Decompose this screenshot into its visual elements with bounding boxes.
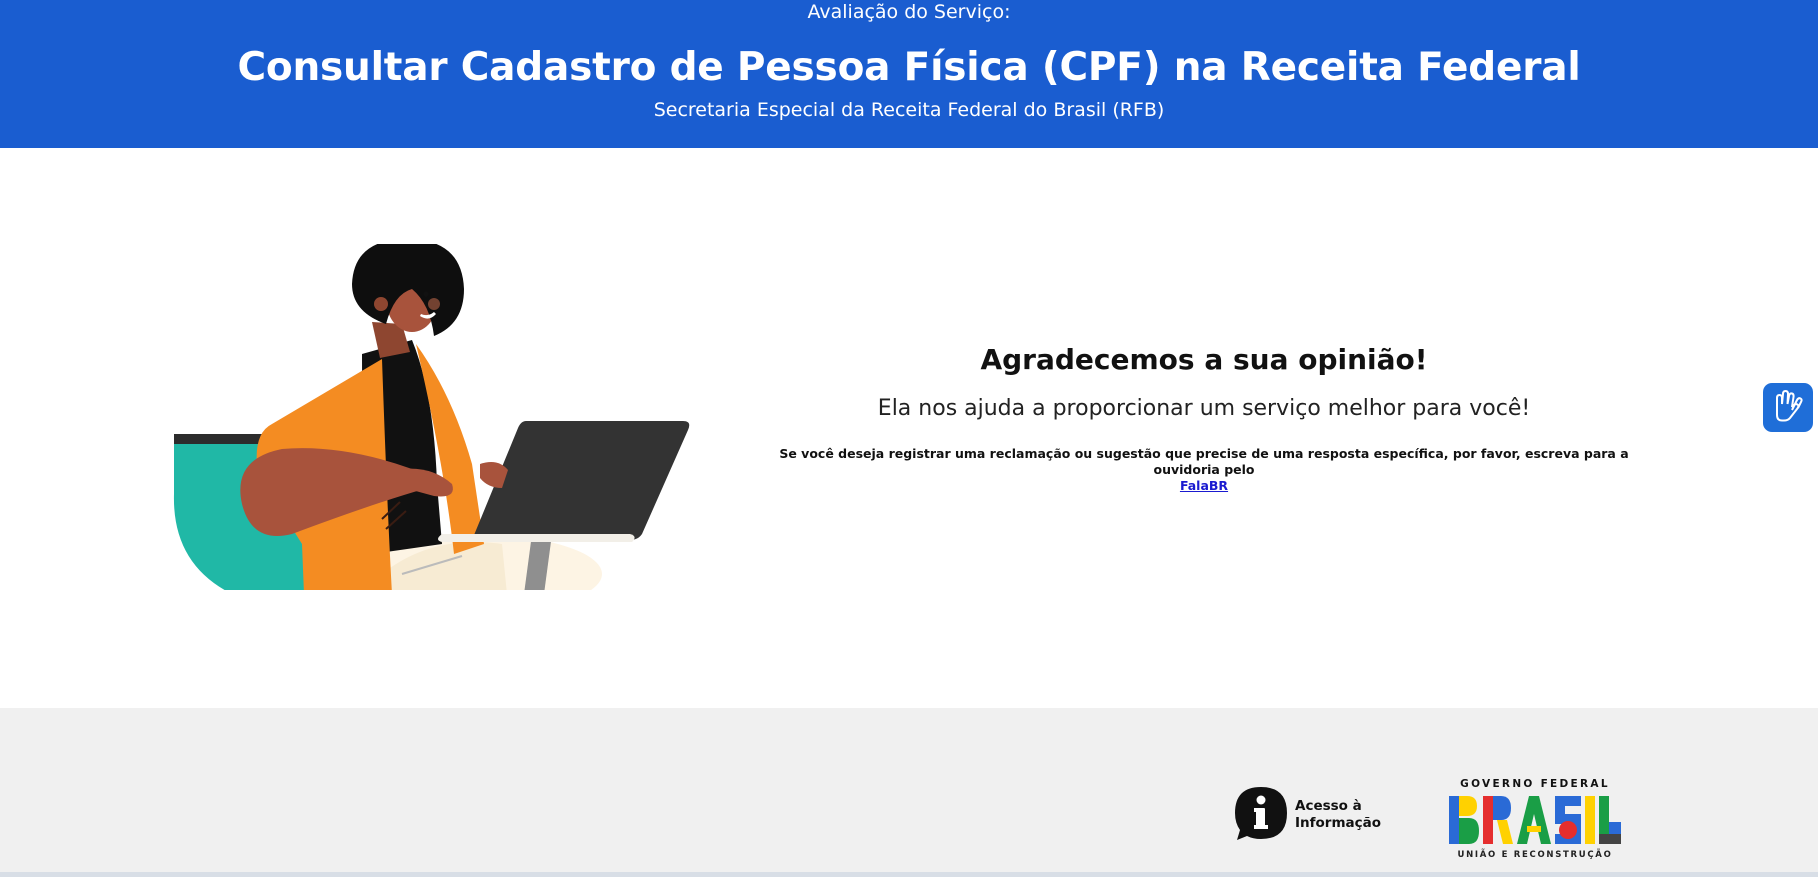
sign-language-hands-icon — [1771, 389, 1805, 426]
gov-logo-top-text: GOVERNO FEDERAL — [1460, 778, 1610, 790]
info-speech-bubble-icon — [1233, 785, 1289, 845]
vlibras-accessibility-button[interactable] — [1763, 383, 1813, 432]
page-footer: Acesso à Informação GOVERNO FEDERAL UNIÃ… — [0, 708, 1818, 877]
acesso-informacao-link[interactable]: Acesso à Informação — [1233, 787, 1385, 843]
acesso-informacao-label: Acesso à Informação — [1295, 798, 1385, 832]
person-with-laptop-illustration — [172, 244, 700, 592]
page-title: Consultar Cadastro de Pessoa Física (CPF… — [237, 45, 1581, 90]
thank-you-message: Agradecemos a sua opinião! Ela nos ajuda… — [764, 340, 1644, 494]
falabr-link[interactable]: FalaBR — [1180, 478, 1228, 493]
thank-you-lead: Ela nos ajuda a proporcionar um serviço … — [877, 396, 1531, 421]
brasil-wordmark — [1449, 796, 1621, 844]
acesso-label-line2: Informação — [1295, 815, 1382, 831]
ombudsman-note: Se você deseja registrar uma reclamação … — [764, 446, 1644, 494]
acesso-label-line1: Acesso à — [1295, 798, 1362, 814]
ombudsman-note-text: Se você deseja registrar uma reclamação … — [779, 446, 1629, 477]
service-eyebrow: Avaliação do Serviço: — [807, 1, 1011, 23]
page-header: Avaliação do Serviço: Consultar Cadastro… — [0, 0, 1818, 148]
page-subtitle: Secretaria Especial da Receita Federal d… — [653, 99, 1165, 121]
footer-bottom-border — [0, 872, 1818, 877]
thank-you-heading: Agradecemos a sua opinião! — [980, 343, 1428, 376]
gov-logo-bottom-text: UNIÃO E RECONSTRUÇÃO — [1457, 850, 1613, 860]
governo-federal-logo[interactable]: GOVERNO FEDERAL UNIÃO E RECONSTRUÇÃO — [1447, 778, 1623, 860]
